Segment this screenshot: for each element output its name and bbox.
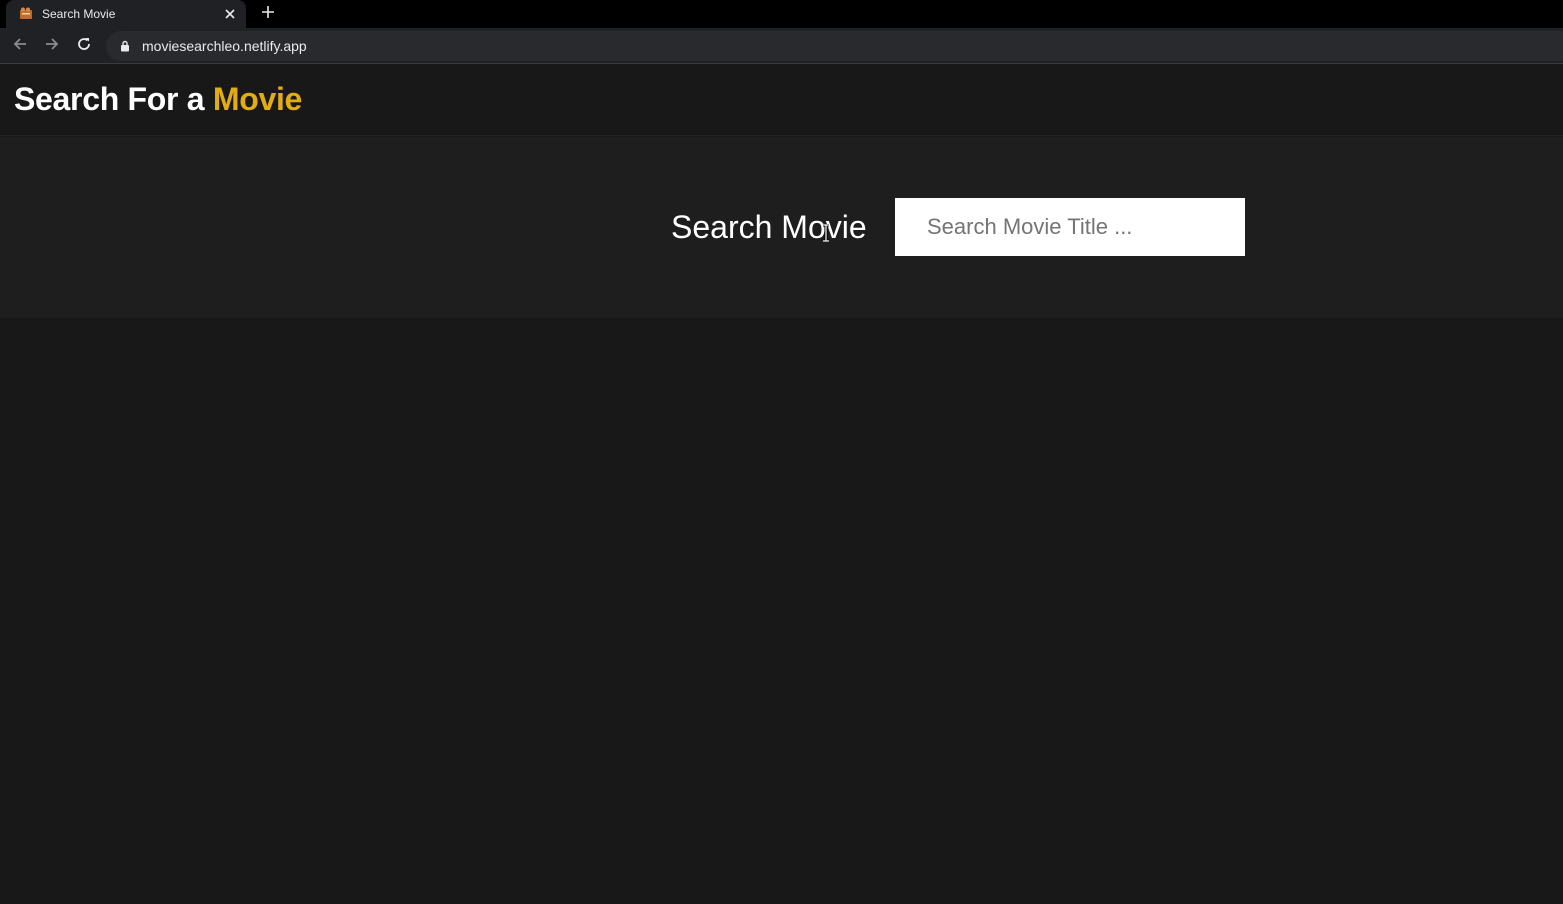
lock-icon — [118, 39, 132, 53]
reload-button[interactable] — [70, 32, 98, 60]
address-bar[interactable]: moviesearchleo.netlify.app — [106, 31, 1563, 61]
page-content: Search For a Movie Search Movie — [0, 65, 1563, 904]
new-tab-button[interactable] — [256, 2, 280, 26]
forward-button[interactable] — [38, 32, 66, 60]
movie-favicon-icon — [18, 6, 34, 22]
back-arrow-icon — [12, 36, 28, 57]
plus-icon — [261, 5, 275, 24]
reload-icon — [76, 36, 92, 57]
url-text: moviesearchleo.netlify.app — [142, 38, 307, 54]
back-button[interactable] — [6, 32, 34, 60]
tab-title: Search Movie — [42, 7, 116, 21]
text-cursor-icon — [820, 223, 832, 243]
search-label: Search Movie — [671, 209, 867, 245]
forward-arrow-icon — [44, 36, 60, 57]
browser-tab[interactable]: Search Movie — [6, 0, 246, 28]
site-header: Search For a Movie — [0, 65, 1563, 136]
page-title: Search For a Movie — [14, 81, 302, 118]
search-section: Search Movie — [0, 137, 1563, 318]
title-accent: Movie — [212, 81, 303, 117]
browser-toolbar: moviesearchleo.netlify.app — [0, 28, 1563, 64]
browser-tabstrip: Search Movie — [0, 0, 1563, 28]
title-prefix: Search For a — [14, 81, 213, 117]
close-icon[interactable] — [220, 4, 240, 24]
search-input[interactable] — [895, 198, 1245, 256]
